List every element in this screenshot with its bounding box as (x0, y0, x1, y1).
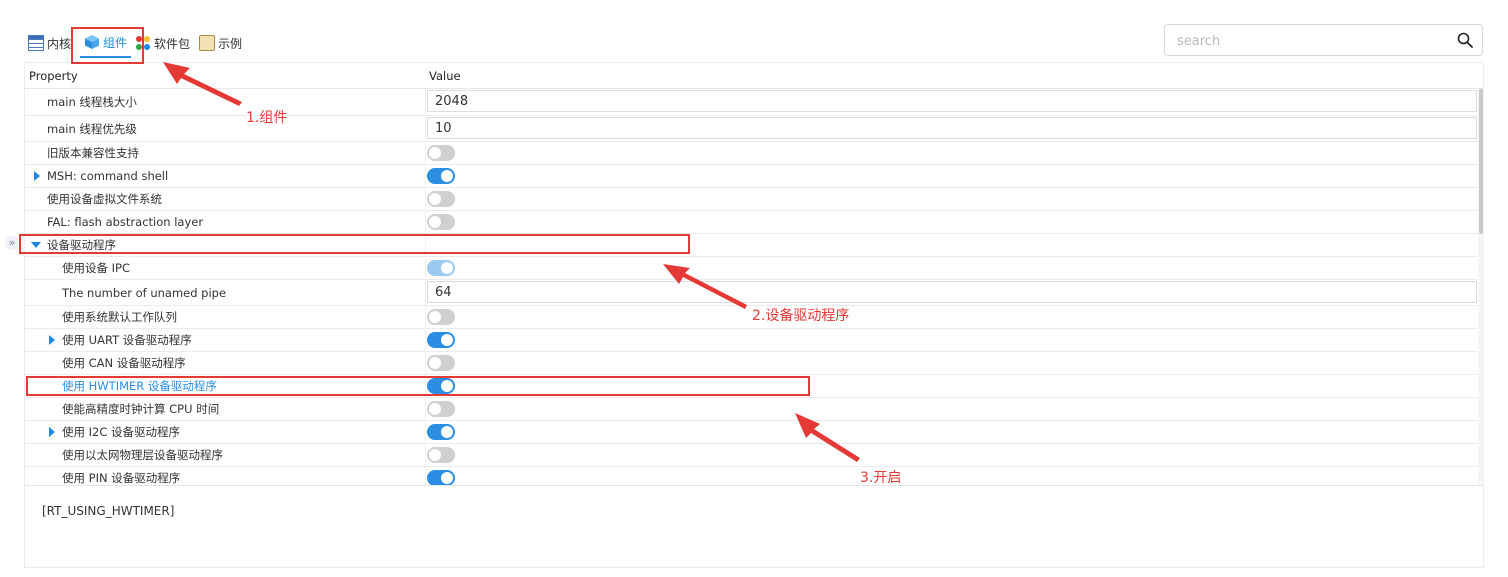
toggle-switch-off[interactable] (427, 447, 455, 463)
tab-packages[interactable]: 软件包 (133, 28, 197, 58)
grid-scrollbar[interactable] (1478, 89, 1484, 485)
toggle-switch-on[interactable] (427, 168, 455, 184)
property-label: 使用系统默认工作队列 (62, 310, 177, 324)
expand-panel-icon[interactable]: » (5, 236, 19, 250)
search-icon[interactable] (1457, 32, 1473, 48)
value-cell (425, 188, 426, 210)
expand-arrow-icon[interactable] (49, 335, 55, 345)
property-label: 使能高精度时钟计算 CPU 时间 (62, 402, 220, 416)
property-row[interactable]: 使用 HWTIMER 设备驱动程序 (25, 375, 1478, 398)
property-label: 旧版本兼容性支持 (47, 146, 139, 160)
property-value-input[interactable] (427, 90, 1477, 112)
property-row[interactable]: 使用 CAN 设备驱动程序 (25, 352, 1478, 375)
property-row[interactable]: 使用 PIN 设备驱动程序 (25, 467, 1478, 485)
property-row[interactable]: The number of unamed pipe (25, 280, 1478, 306)
property-row[interactable]: 使用以太网物理层设备驱动程序 (25, 444, 1478, 467)
toggle-switch-off[interactable] (427, 145, 455, 161)
property-row[interactable]: 使能高精度时钟计算 CPU 时间 (25, 398, 1478, 421)
property-row[interactable]: 使用设备虚拟文件系统 (25, 188, 1478, 211)
toggle-switch-off[interactable] (427, 191, 455, 207)
property-label: 使用 UART 设备驱动程序 (62, 333, 192, 347)
property-label: FAL: flash abstraction layer (47, 215, 204, 229)
property-row[interactable]: MSH: command shell (25, 165, 1478, 188)
property-row[interactable]: main 线程优先级 (25, 116, 1478, 142)
toggle-switch-off[interactable] (427, 309, 455, 325)
value-cell (425, 257, 426, 279)
tab-kernel[interactable]: 内核 (26, 28, 78, 58)
kernel-table-icon (28, 35, 44, 51)
value-cell (425, 280, 426, 305)
property-column-header: Property (29, 69, 78, 83)
value-column-header: Value (429, 69, 461, 83)
grid-header: Property Value (25, 63, 1483, 89)
search-input[interactable] (1175, 31, 1445, 51)
property-value-input[interactable] (427, 281, 1477, 303)
search-box (1164, 24, 1483, 56)
property-label: 设备驱动程序 (47, 238, 116, 252)
toggle-switch-on (427, 260, 455, 276)
property-label: 使用设备 IPC (62, 261, 131, 275)
value-cell (425, 89, 426, 115)
value-cell (425, 306, 426, 328)
property-row[interactable]: 使用设备 IPC (25, 257, 1478, 280)
property-label: 使用 PIN 设备驱动程序 (62, 471, 181, 485)
property-row[interactable]: 旧版本兼容性支持 (25, 142, 1478, 165)
toggle-switch-on[interactable] (427, 378, 455, 394)
tab-examples-label: 示例 (218, 36, 243, 51)
scrollbar-thumb[interactable] (1479, 89, 1483, 234)
view-tabs: 内核 组件 软件包 示例 (26, 28, 249, 58)
tab-components-label: 组件 (103, 35, 128, 50)
property-rows: main 线程栈大小 main 线程优先级旧版本兼容性支持 MSH: command… (25, 89, 1478, 485)
annotation-label-3: 3.开启 (860, 470, 902, 486)
property-label: main 线程栈大小 (47, 95, 137, 109)
expand-arrow-icon[interactable] (49, 427, 55, 437)
value-cell (425, 444, 426, 466)
value-cell (425, 142, 426, 164)
value-cell (425, 116, 426, 141)
property-value-input[interactable] (427, 117, 1477, 139)
value-cell (425, 398, 426, 420)
value-cell (425, 375, 426, 397)
property-row[interactable]: FAL: flash abstraction layer (25, 211, 1478, 234)
property-row[interactable]: 使用 UART 设备驱动程序 (25, 329, 1478, 352)
property-label: 使用设备虚拟文件系统 (47, 192, 162, 206)
property-label: MSH: command shell (47, 169, 169, 183)
tab-examples[interactable]: 示例 (197, 28, 249, 58)
value-cell (425, 421, 426, 443)
value-cell (425, 234, 426, 256)
expand-arrow-icon[interactable] (34, 171, 40, 181)
property-label: The number of unamed pipe (62, 285, 227, 300)
toggle-switch-off[interactable] (427, 355, 455, 371)
value-cell (425, 211, 426, 233)
value-cell (425, 329, 426, 351)
property-label: 使用 HWTIMER 设备驱动程序 (62, 379, 217, 393)
toggle-switch-off[interactable] (427, 401, 455, 417)
property-row[interactable]: main 线程栈大小 (25, 89, 1478, 116)
tab-kernel-label: 内核 (47, 36, 72, 51)
component-cube-icon (84, 34, 100, 50)
value-cell (425, 467, 426, 485)
property-label: 使用 I2C 设备驱动程序 (62, 425, 181, 439)
toggle-switch-on[interactable] (427, 424, 455, 440)
annotation-label-2: 2.设备驱动程序 (752, 308, 850, 324)
toggle-switch-on[interactable] (427, 332, 455, 348)
collapse-arrow-icon[interactable] (31, 242, 41, 248)
tab-components[interactable]: 组件 (80, 28, 132, 58)
value-cell (425, 165, 426, 187)
property-label: main 线程优先级 (47, 121, 137, 136)
example-clipboard-icon (199, 35, 216, 51)
property-row[interactable]: 设备驱动程序 (25, 234, 1478, 257)
value-cell (425, 352, 426, 374)
property-description: [RT_USING_HWTIMER] (42, 504, 175, 518)
annotation-label-1: 1.组件 (246, 110, 288, 126)
package-dots-icon (135, 35, 151, 51)
property-label: 使用 CAN 设备驱动程序 (62, 356, 186, 370)
property-row[interactable]: 使用 I2C 设备驱动程序 (25, 421, 1478, 444)
toggle-switch-off[interactable] (427, 214, 455, 230)
description-divider (25, 485, 1483, 486)
toggle-switch-on[interactable] (427, 470, 455, 485)
tab-packages-label: 软件包 (154, 36, 191, 51)
property-label: 使用以太网物理层设备驱动程序 (62, 448, 223, 462)
